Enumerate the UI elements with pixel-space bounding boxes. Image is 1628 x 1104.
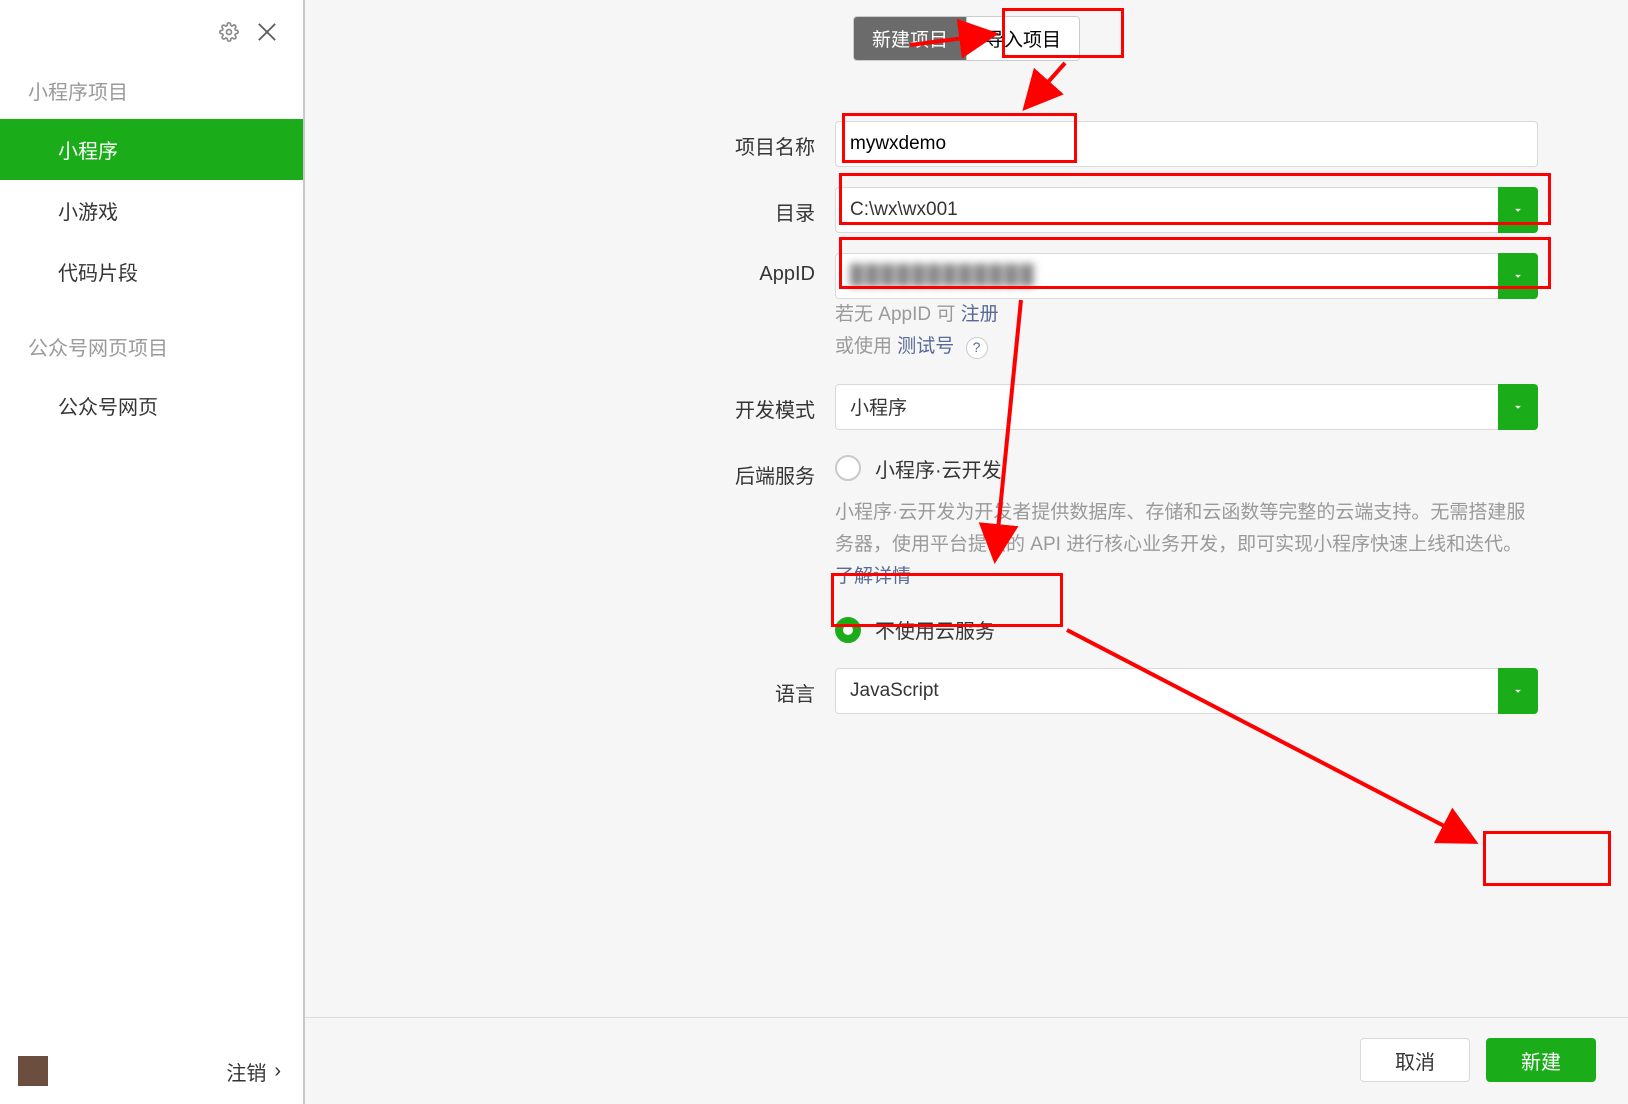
directory-select[interactable]: C:\wx\wx001 — [835, 187, 1538, 233]
avatar[interactable] — [18, 1056, 48, 1086]
label-dev-mode: 开发模式 — [305, 384, 835, 423]
help-icon[interactable]: ? — [966, 337, 988, 359]
sidebar-item-minigame[interactable]: 小游戏 — [0, 180, 303, 241]
appid-value: ████████████ — [835, 253, 1498, 299]
form: 项目名称 目录 C:\wx\wx001 AppID ████████████ — [305, 61, 1628, 734]
label-appid: AppID — [305, 253, 835, 286]
chevron-down-icon[interactable] — [1498, 253, 1538, 299]
appid-hint-1: 若无 AppID 可 注册 — [835, 299, 1538, 331]
tab-import-project[interactable]: 导入项目 — [966, 17, 1079, 60]
close-icon[interactable] — [253, 18, 281, 46]
radio-no-cloud-label: 不使用云服务 — [875, 615, 995, 644]
sidebar-item-oa-web[interactable]: 公众号网页 — [0, 375, 303, 436]
label-backend: 后端服务 — [305, 450, 835, 489]
radio-icon — [835, 455, 861, 481]
dev-mode-select[interactable]: 小程序 — [835, 384, 1538, 430]
language-select[interactable]: JavaScript — [835, 668, 1538, 714]
logout-link[interactable]: 注销 › — [226, 1057, 281, 1086]
gear-icon[interactable] — [219, 22, 239, 42]
backend-description: 小程序·云开发为开发者提供数据库、存储和云函数等完整的云端支持。无需搭建服务器，… — [835, 487, 1538, 594]
footer: 取消 新建 — [305, 1017, 1628, 1104]
tab-new-project[interactable]: 新建项目 — [854, 17, 966, 60]
sidebar-controls — [0, 0, 303, 46]
appid-select[interactable]: ████████████ — [835, 253, 1538, 299]
learn-more-link[interactable]: 了解详情 — [835, 566, 911, 587]
label-language: 语言 — [305, 668, 835, 707]
chevron-down-icon[interactable] — [1498, 187, 1538, 233]
label-directory: 目录 — [305, 187, 835, 226]
radio-icon — [835, 617, 861, 643]
section-header-miniprogram: 小程序项目 — [0, 46, 303, 119]
sidebar-item-miniprogram[interactable]: 小程序 — [0, 119, 303, 180]
sidebar-item-snippet[interactable]: 代码片段 — [0, 241, 303, 302]
chevron-right-icon: › — [274, 1060, 281, 1083]
chevron-down-icon[interactable] — [1498, 384, 1538, 430]
dev-mode-value: 小程序 — [835, 384, 1498, 430]
section-header-oa: 公众号网页项目 — [0, 302, 303, 375]
main-panel: 新建项目 导入项目 项目名称 目录 C:\wx\wx001 AppID — [305, 0, 1628, 1104]
logout-label: 注销 — [226, 1057, 266, 1086]
test-appid-link[interactable]: 测试号 — [897, 336, 954, 357]
radio-cloud-label: 小程序·云开发 — [875, 454, 1002, 483]
top-tabs: 新建项目 导入项目 — [305, 0, 1628, 61]
tab-group: 新建项目 导入项目 — [853, 16, 1080, 61]
sidebar-footer: 注销 › — [0, 1056, 303, 1104]
create-button[interactable]: 新建 — [1486, 1038, 1596, 1082]
cancel-button[interactable]: 取消 — [1360, 1038, 1470, 1082]
radio-cloud[interactable]: 小程序·云开发 — [835, 450, 1538, 487]
appid-hint-2: 或使用 测试号 ? — [835, 331, 1538, 363]
annotation-box — [1483, 831, 1611, 886]
radio-no-cloud[interactable]: 不使用云服务 — [835, 611, 1538, 648]
project-name-input[interactable] — [835, 121, 1538, 167]
chevron-down-icon[interactable] — [1498, 668, 1538, 714]
register-link[interactable]: 注册 — [961, 304, 999, 325]
sidebar: 小程序项目 小程序 小游戏 代码片段 公众号网页项目 公众号网页 注销 › — [0, 0, 305, 1104]
label-project-name: 项目名称 — [305, 121, 835, 160]
directory-value: C:\wx\wx001 — [835, 187, 1498, 233]
language-value: JavaScript — [835, 668, 1498, 714]
